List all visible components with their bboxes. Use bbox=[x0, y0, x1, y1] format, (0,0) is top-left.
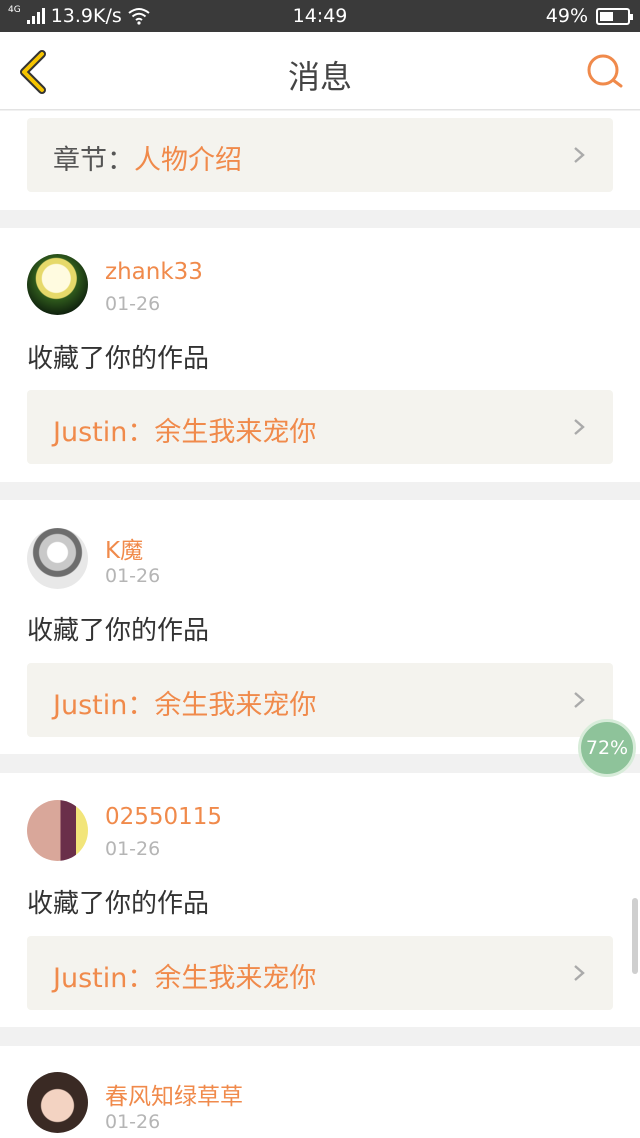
username[interactable]: K魔 bbox=[105, 531, 143, 565]
message-date: 01-26 bbox=[105, 1111, 161, 1133]
message-date: 01-26 bbox=[105, 293, 161, 315]
message-text: 收藏了你的作品 bbox=[27, 344, 210, 374]
username[interactable]: zhank33 bbox=[105, 259, 203, 285]
chevron-right-icon bbox=[574, 419, 585, 435]
chapter-value: 人物介绍 bbox=[134, 145, 242, 176]
avatar[interactable] bbox=[27, 800, 88, 861]
message-text: 收藏了你的作品 bbox=[27, 616, 210, 646]
message-text: 收藏了你的作品 bbox=[27, 889, 210, 919]
message-date: 01-26 bbox=[105, 838, 161, 860]
message-card: 02550115 01-26 收藏了你的作品 Justin：余生我来宠你 bbox=[0, 773, 640, 1027]
avatar[interactable] bbox=[27, 254, 88, 315]
work-link-text: Justin：余生我来宠你 bbox=[53, 963, 317, 994]
floating-progress-badge[interactable]: 72% bbox=[578, 719, 636, 777]
top-section: 章节：人物介绍 bbox=[0, 111, 640, 210]
nav-bar: 消息 bbox=[0, 32, 640, 110]
scrollbar-thumb[interactable] bbox=[632, 898, 638, 974]
battery-percent: 49% bbox=[545, 5, 588, 27]
work-link[interactable]: Justin：余生我来宠你 bbox=[27, 390, 613, 464]
username[interactable]: 02550115 bbox=[105, 804, 222, 830]
work-link[interactable]: Justin：余生我来宠你 bbox=[27, 663, 613, 737]
work-link[interactable]: Justin：余生我来宠你 bbox=[27, 936, 613, 1010]
chevron-right-icon bbox=[574, 692, 585, 708]
page-title: 消息 bbox=[287, 58, 352, 96]
battery-icon bbox=[596, 7, 633, 25]
message-card: K魔 01-26 收藏了你的作品 Justin：余生我来宠你 bbox=[0, 500, 640, 754]
message-card: zhank33 01-26 收藏了你的作品 Justin：余生我来宠你 bbox=[0, 228, 640, 482]
message-date: 01-26 bbox=[105, 565, 161, 587]
message-card: 春风知绿草草 01-26 bbox=[0, 1046, 640, 1138]
username[interactable]: 春风知绿草草 bbox=[105, 1077, 243, 1111]
work-link-text: Justin：余生我来宠你 bbox=[53, 690, 317, 721]
avatar[interactable] bbox=[27, 1072, 88, 1133]
chapter-link[interactable]: 章节：人物介绍 bbox=[27, 118, 613, 192]
avatar[interactable] bbox=[27, 528, 88, 589]
clock: 14:49 bbox=[292, 5, 348, 27]
chapter-link-text: 章节：人物介绍 bbox=[53, 138, 242, 177]
status-bar: 4G 13.9K/s 14:49 49% bbox=[0, 0, 640, 32]
chevron-right-icon bbox=[574, 147, 585, 163]
search-icon[interactable] bbox=[586, 52, 624, 90]
chapter-label: 章节： bbox=[53, 145, 134, 176]
chevron-right-icon bbox=[574, 965, 585, 981]
work-link-text: Justin：余生我来宠你 bbox=[53, 417, 317, 448]
status-right: 49% bbox=[545, 5, 633, 27]
